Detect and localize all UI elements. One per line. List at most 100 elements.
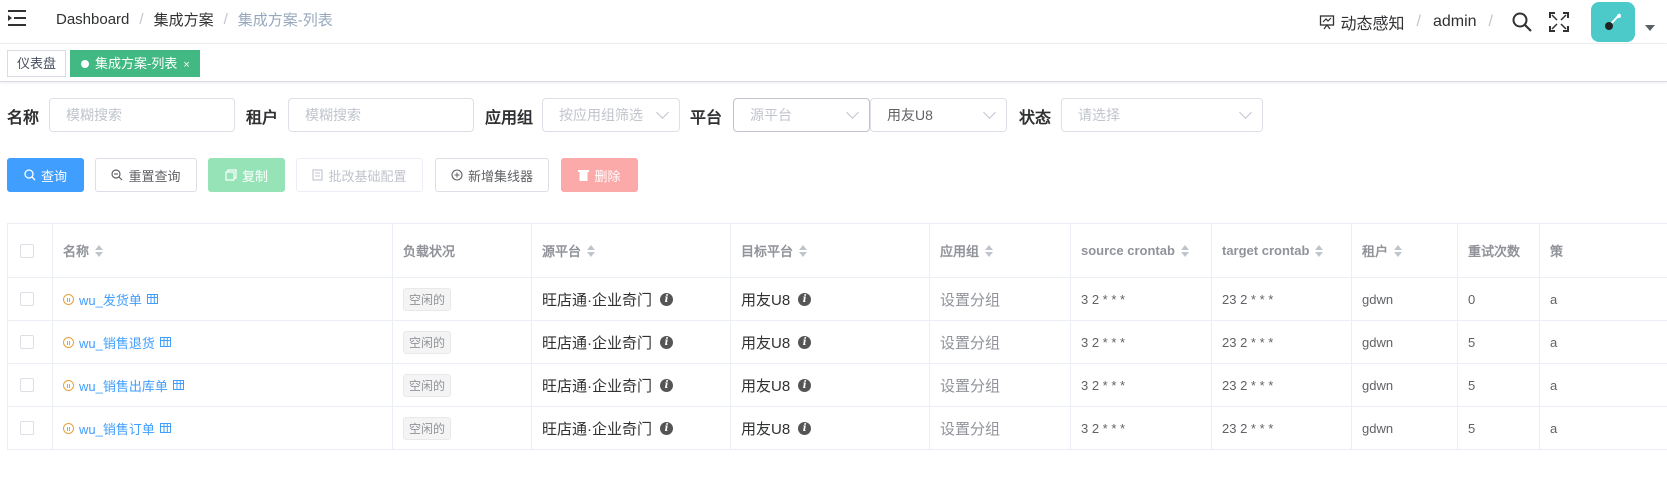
plus-circle-icon	[451, 169, 463, 181]
row-checkbox[interactable]	[20, 335, 34, 349]
row-select-cell	[7, 364, 53, 406]
target-crontab: 23 2 * * *	[1222, 291, 1274, 307]
group-select[interactable]: 按应用组筛选	[542, 98, 680, 132]
perception-icon	[1319, 15, 1334, 30]
info-icon[interactable]: i	[660, 292, 673, 306]
status-badge: 空闲的	[403, 416, 452, 440]
table-header-row: 名称 负载状况 源平台 目标平台 应用组 source crontab targ…	[7, 224, 1667, 278]
target-crontab: 23 2 * * *	[1222, 334, 1274, 350]
close-icon[interactable]: ×	[183, 59, 189, 71]
strategy-cell: a	[1540, 364, 1667, 406]
tag-dashboard[interactable]: 仪表盘	[7, 50, 67, 77]
query-button[interactable]: 查询	[7, 158, 84, 192]
status-badge: 空闲的	[403, 287, 452, 311]
row-checkbox[interactable]	[20, 378, 34, 392]
sort-icon[interactable]	[1315, 244, 1324, 257]
table-row[interactable]: wu_发货单 空闲的 旺店通·企业奇门 i 用友U8 i 设置分组 3 2 * * * 23 2…	[7, 278, 1667, 321]
sort-icon[interactable]	[799, 244, 808, 257]
strategy-cell: a	[1540, 407, 1667, 449]
copy-button[interactable]: 复制	[208, 158, 285, 192]
pause-icon	[63, 422, 74, 434]
strategy-cell: a	[1540, 321, 1667, 363]
batch-edit-button-label: 批改基础配置	[328, 168, 407, 184]
info-icon[interactable]: i	[660, 421, 673, 435]
info-icon[interactable]: i	[798, 378, 812, 392]
table-icon	[172, 380, 184, 390]
target-crontab-cell: 23 2 * * *	[1212, 364, 1352, 406]
add-hub-button[interactable]: 新增集线器	[435, 158, 549, 192]
table-row[interactable]: wu_销售退货 空闲的 旺店通·企业奇门 i 用友U8 i 设置分组 3 2 * * * 23 …	[7, 321, 1667, 364]
batch-edit-button[interactable]: 批改基础配置	[296, 158, 423, 192]
set-group-link[interactable]: 设置分组	[940, 332, 1000, 353]
sort-icon[interactable]	[95, 244, 104, 257]
select-all-checkbox[interactable]	[20, 243, 34, 258]
target-platform-cell: 用友U8 i	[731, 321, 930, 363]
header-target-crontab[interactable]: target crontab	[1212, 224, 1352, 277]
sort-icon[interactable]	[985, 244, 994, 257]
pause-icon	[63, 293, 74, 305]
header-source-crontab-label: source crontab	[1081, 243, 1175, 258]
sort-icon[interactable]	[1180, 244, 1189, 257]
app-group-cell: 设置分组	[930, 364, 1071, 406]
set-group-link[interactable]: 设置分组	[940, 289, 1000, 310]
table-row[interactable]: wu_销售出库单 空闲的 旺店通·企业奇门 i 用友U8 i 设置分组 3 2 * * * 23…	[7, 364, 1667, 407]
source-platform-select[interactable]: 源平台	[733, 98, 870, 132]
info-icon[interactable]: i	[798, 292, 812, 306]
sort-icon[interactable]	[1394, 244, 1403, 257]
info-icon[interactable]: i	[660, 335, 673, 349]
set-group-link[interactable]: 设置分组	[940, 375, 1000, 396]
avatar-guitar-icon	[1605, 13, 1621, 30]
search-icon[interactable]	[1511, 11, 1533, 33]
scheme-name-link[interactable]: wu_销售订单	[63, 419, 171, 438]
target-crontab-cell: 23 2 * * *	[1212, 407, 1352, 449]
header-source-crontab[interactable]: source crontab	[1071, 224, 1212, 277]
source-crontab: 3 2 * * *	[1081, 420, 1126, 436]
sort-icon[interactable]	[587, 244, 596, 257]
header-target-platform[interactable]: 目标平台	[731, 224, 930, 277]
user-name[interactable]: admin	[1433, 13, 1477, 31]
info-icon[interactable]: i	[798, 421, 812, 435]
breadcrumb-dashboard[interactable]: Dashboard	[56, 11, 129, 28]
delete-button[interactable]: 删除	[561, 158, 638, 192]
perception-link[interactable]: 动态感知	[1341, 10, 1405, 34]
breadcrumb-integration[interactable]: 集成方案	[154, 9, 214, 30]
header-name[interactable]: 名称	[53, 224, 393, 277]
header-retries-label: 重试次数	[1468, 244, 1521, 259]
row-checkbox[interactable]	[20, 421, 34, 435]
info-icon[interactable]: i	[660, 378, 673, 392]
chevron-down-icon	[656, 106, 669, 119]
header-source-platform[interactable]: 源平台	[532, 224, 731, 277]
table-row[interactable]: wu_销售订单 空闲的 旺店通·企业奇门 i 用友U8 i 设置分组 3 2 * * * 23 …	[7, 407, 1667, 450]
header-app-group[interactable]: 应用组	[930, 224, 1071, 277]
tenant: gdwn	[1362, 291, 1394, 307]
target-platform-select[interactable]: 用友U8	[870, 98, 1007, 132]
status-select[interactable]: 请选择	[1061, 98, 1263, 132]
strategy: a	[1550, 334, 1558, 350]
reset-button[interactable]: 重置查询	[95, 158, 197, 192]
user-dropdown-caret-icon[interactable]	[1645, 25, 1655, 31]
row-checkbox[interactable]	[20, 292, 34, 306]
source-crontab-cell: 3 2 * * *	[1071, 407, 1212, 449]
load-status-cell: 空闲的	[393, 407, 532, 449]
header-strategy: 策	[1540, 224, 1667, 277]
retries-cell: 0	[1458, 278, 1540, 320]
avatar[interactable]	[1591, 2, 1635, 42]
set-group-link[interactable]: 设置分组	[940, 418, 1000, 439]
name-search-input[interactable]: 模糊搜索	[49, 98, 235, 132]
tenant: gdwn	[1362, 334, 1394, 350]
scheme-name-link[interactable]: wu_销售出库单	[63, 376, 184, 395]
source-platform-cell: 旺店通·企业奇门 i	[532, 321, 731, 363]
info-icon[interactable]: i	[798, 335, 812, 349]
target-platform-cell: 用友U8 i	[731, 278, 930, 320]
scheme-name-link[interactable]: wu_发货单	[63, 290, 158, 309]
source-platform-cell: 旺店通·企业奇门 i	[532, 364, 731, 406]
scheme-name-link[interactable]: wu_销售退货	[63, 333, 171, 352]
tag-integration-list[interactable]: 集成方案-列表 ×	[70, 50, 200, 77]
fullscreen-icon[interactable]	[1549, 12, 1569, 32]
hamburger-icon[interactable]	[8, 9, 28, 27]
tenant-search-input[interactable]: 模糊搜索	[288, 98, 474, 132]
target-crontab: 23 2 * * *	[1222, 377, 1274, 393]
query-button-label: 查询	[40, 168, 67, 184]
breadcrumb-separator: /	[139, 11, 144, 28]
header-tenant[interactable]: 租户	[1352, 224, 1458, 277]
